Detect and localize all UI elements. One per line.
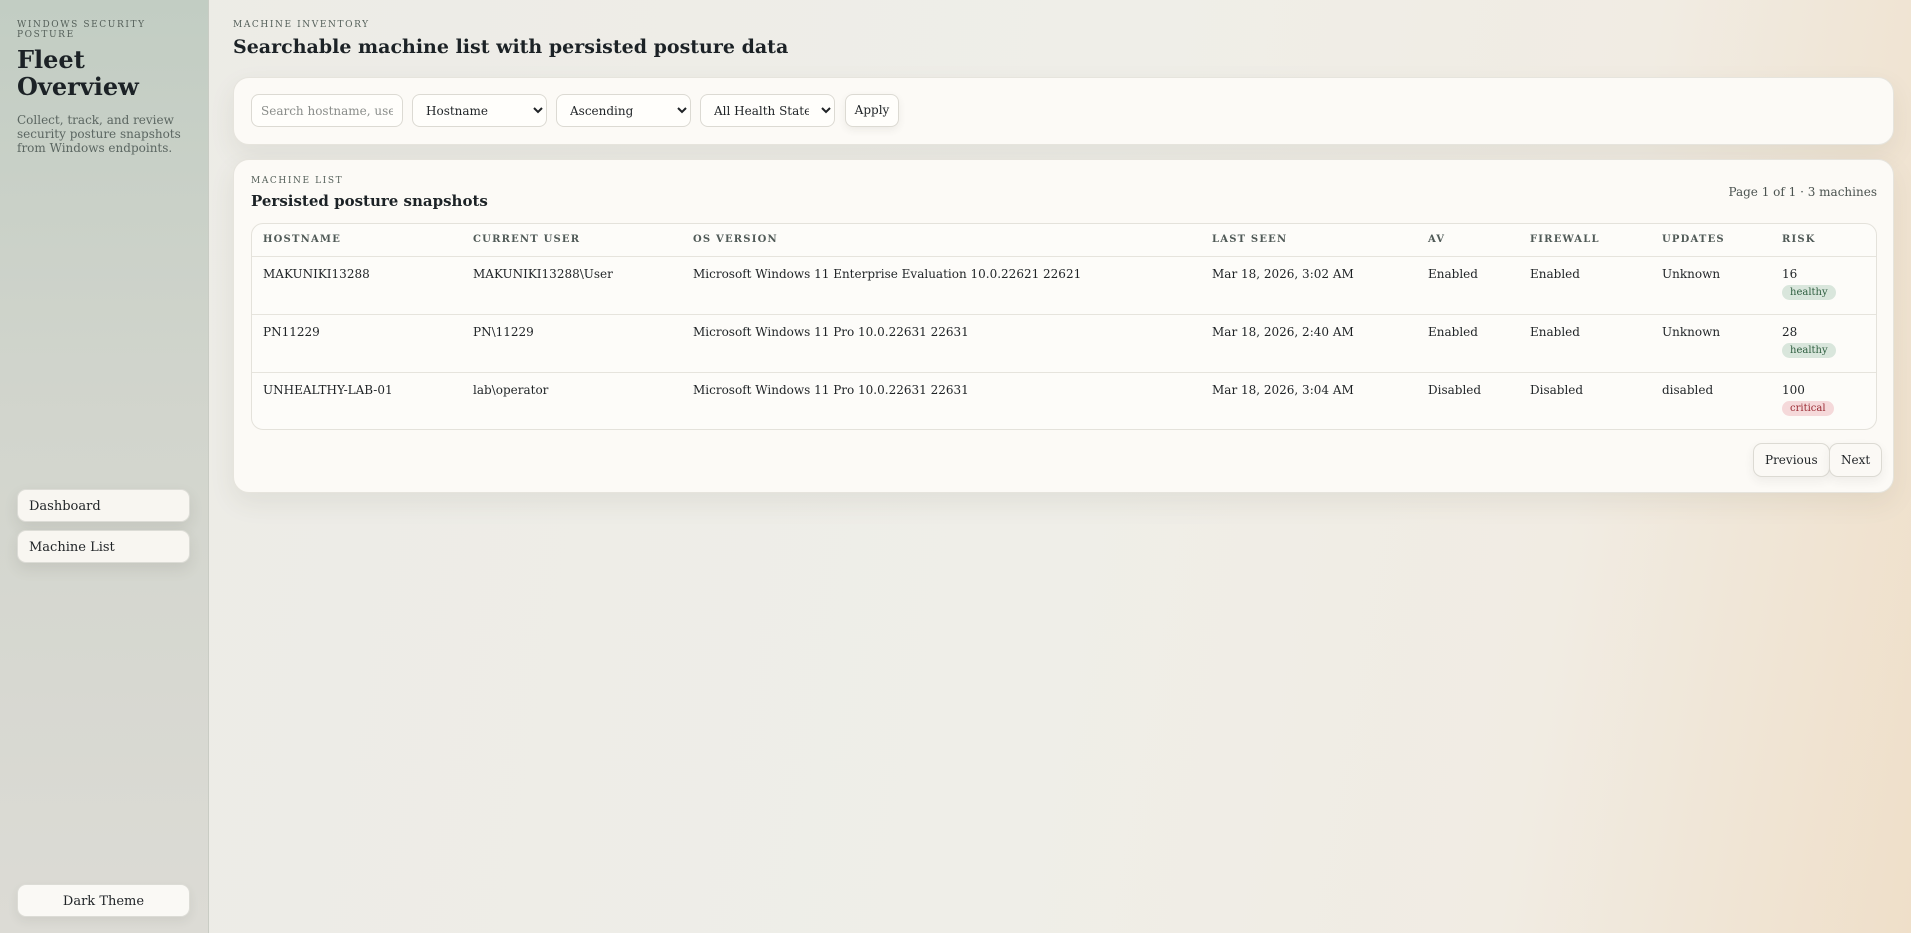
column-header-last-seen[interactable]: LAST SEEN (1201, 224, 1417, 257)
column-header-risk[interactable]: RISK (1771, 224, 1876, 257)
column-header-firewall[interactable]: FIREWALL (1519, 224, 1651, 257)
cell-current-user: MAKUNIKI13288\User (462, 256, 682, 315)
risk-score: 100 (1782, 382, 1805, 397)
page-info: Page 1 of 1 · 3 machines (1728, 185, 1877, 199)
page-title: Searchable machine list with persisted p… (233, 36, 789, 58)
theme-toggle-button[interactable]: Dark Theme (17, 884, 190, 917)
previous-page-button[interactable]: Previous (1753, 443, 1830, 477)
risk-score: 28 (1782, 324, 1798, 339)
table-header-row: HOSTNAME CURRENT USER OS VERSION LAST SE… (252, 224, 1876, 257)
cell-os-version: Microsoft Windows 11 Pro 10.0.22631 2263… (693, 382, 969, 397)
cell-updates: disabled (1662, 382, 1714, 397)
brand-description: Collect, track, and review security post… (17, 113, 181, 155)
apply-button[interactable]: Apply (845, 94, 899, 127)
list-title: Persisted posture snapshots (251, 192, 488, 210)
next-page-button[interactable]: Next (1829, 443, 1883, 477)
cell-last-seen: Mar 18, 2026, 2:40 AM (1201, 314, 1417, 373)
cell-firewall: Enabled (1519, 314, 1651, 373)
table-row[interactable]: PN11229 PN\11229 Microsoft Windows 11 Pr… (252, 314, 1876, 373)
table-row[interactable]: MAKUNIKI13288 MAKUNIKI13288\User Microso… (252, 256, 1876, 315)
cell-os-version: Microsoft Windows 11 Pro 10.0.22631 2263… (682, 314, 1201, 373)
health-badge: healthy (1782, 284, 1836, 300)
sidebar: WINDOWS SECURITY POSTURE Fleet Overview … (0, 0, 209, 933)
cell-risk: 16 healthy (1771, 256, 1876, 315)
cell-current-user: lab\operator (473, 382, 549, 397)
cell-last-seen: Mar 18, 2026, 3:04 AM (1212, 382, 1354, 397)
search-input[interactable] (251, 94, 403, 127)
column-header-updates[interactable]: UPDATES (1651, 224, 1771, 257)
cell-av: Enabled (1417, 314, 1519, 373)
column-header-os-version[interactable]: OS VERSION (682, 224, 1201, 257)
nav-machine-list-button[interactable]: Machine List (17, 530, 190, 563)
column-header-hostname[interactable]: HOSTNAME (252, 224, 462, 257)
risk-score: 16 (1782, 266, 1798, 281)
column-header-current-user[interactable]: CURRENT USER (462, 224, 682, 257)
health-badge: critical (1782, 400, 1834, 416)
sort-field-select[interactable]: Hostname (412, 94, 547, 127)
machine-list-card: MACHINE LIST Persisted posture snapshots… (233, 159, 1894, 493)
cell-av: Disabled (1428, 382, 1482, 397)
cell-last-seen: Mar 18, 2026, 3:02 AM (1201, 256, 1417, 315)
cell-updates: Unknown (1651, 256, 1771, 315)
cell-current-user: PN\11229 (462, 314, 682, 373)
cell-hostname[interactable]: PN11229 (252, 314, 462, 373)
brand-title: Fleet Overview (17, 45, 139, 101)
brand-kicker: WINDOWS SECURITY POSTURE (17, 20, 146, 40)
machine-table-container: HOSTNAME CURRENT USER OS VERSION LAST SE… (251, 223, 1877, 430)
list-kicker: MACHINE LIST (251, 176, 344, 186)
column-header-av[interactable]: AV (1417, 224, 1519, 257)
filter-bar: Hostname Ascending All Health States App… (233, 77, 1894, 145)
cell-firewall: Disabled (1530, 382, 1584, 397)
cell-hostname[interactable]: UNHEALTHY-LAB-01 (252, 372, 462, 429)
cell-risk: 28 healthy (1771, 314, 1876, 373)
cell-risk: 100 critical (1771, 372, 1876, 429)
cell-hostname[interactable]: MAKUNIKI13288 (252, 256, 462, 315)
health-filter-select[interactable]: All Health States (700, 94, 835, 127)
machine-table: HOSTNAME CURRENT USER OS VERSION LAST SE… (252, 224, 1876, 429)
cell-os-version: Microsoft Windows 11 Enterprise Evaluati… (682, 256, 1201, 315)
cell-firewall: Enabled (1519, 256, 1651, 315)
cell-updates: Unknown (1651, 314, 1771, 373)
table-row[interactable]: UNHEALTHY-LAB-01 lab\operator Microsoft … (252, 372, 1876, 429)
nav-dashboard-button[interactable]: Dashboard (17, 489, 190, 522)
sort-order-select[interactable]: Ascending (556, 94, 691, 127)
cell-av: Enabled (1417, 256, 1519, 315)
page-kicker: MACHINE INVENTORY (233, 20, 370, 30)
health-badge: healthy (1782, 342, 1836, 358)
